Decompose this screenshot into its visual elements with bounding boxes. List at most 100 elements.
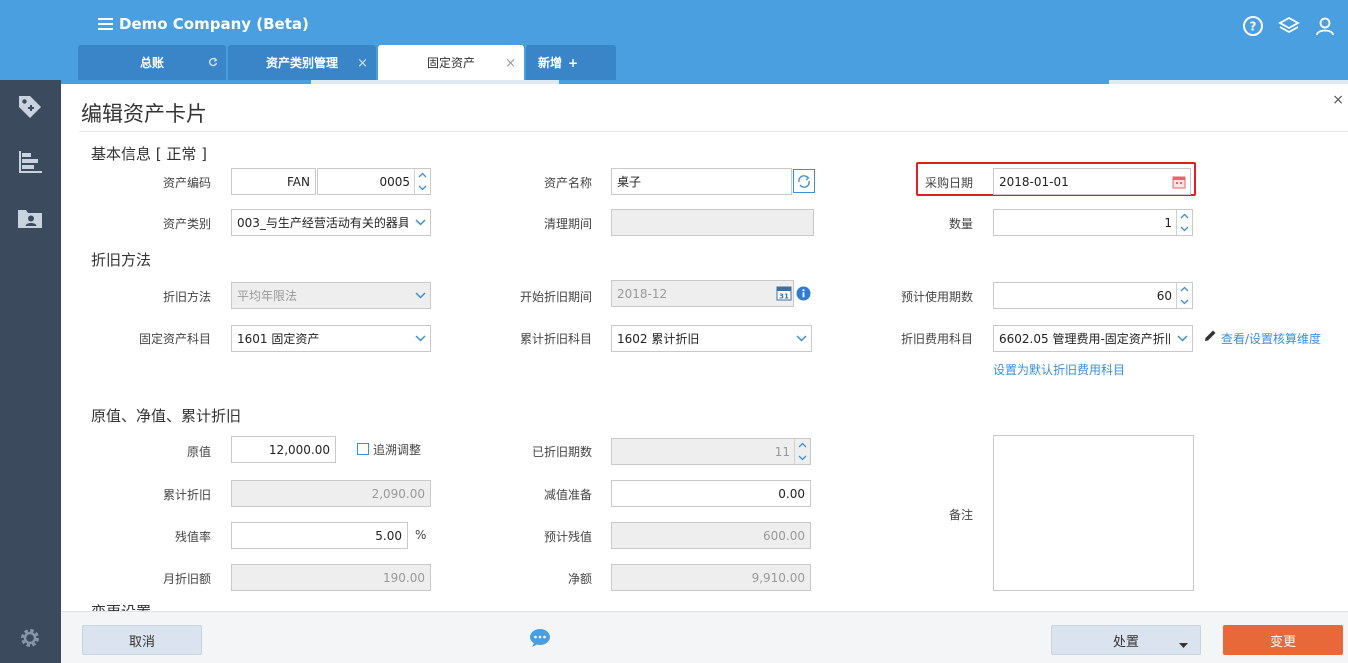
dispose-button[interactable]: 处置 <box>1051 625 1201 655</box>
tab-fixed-assets[interactable]: 固定资产 × <box>378 45 524 80</box>
monthly-dep-input: 190.00 <box>231 564 431 591</box>
periods-stepper[interactable] <box>1176 283 1192 308</box>
depreciated-periods-input: 11 <box>611 438 811 465</box>
depreciation-method-label: 折旧方法 <box>162 290 211 304</box>
footer-bar: 取消 处置 变更 <box>61 611 1348 663</box>
chevron-up-icon[interactable] <box>1177 283 1192 296</box>
chevron-down-icon[interactable] <box>410 210 430 235</box>
number-stepper[interactable] <box>414 169 430 194</box>
asset-code-number-input[interactable]: 0005 <box>317 168 431 195</box>
residual-rate-input[interactable]: 5.00 <box>231 522 408 549</box>
quantity-stepper[interactable] <box>1176 210 1192 235</box>
asset-category-select[interactable]: 003_与生产经营活动有关的器具、 <box>231 209 431 236</box>
original-value-label: 原值 <box>186 445 211 459</box>
asset-name-label: 资产名称 <box>543 176 592 190</box>
expense-account-label: 折旧费用科目 <box>900 332 973 346</box>
section-values: 原值、净值、累计折旧 <box>91 407 242 425</box>
chat-icon[interactable] <box>529 628 551 648</box>
view-dimension-link[interactable]: 查看/设置核算维度 <box>1221 330 1321 347</box>
retro-adjust-checkbox[interactable] <box>357 443 369 455</box>
chevron-down-icon <box>795 452 810 465</box>
depreciated-periods-label: 已折旧期数 <box>531 445 592 459</box>
close-icon[interactable]: × <box>505 56 516 71</box>
section-depreciation: 折旧方法 <box>91 251 152 269</box>
remark-textarea[interactable] <box>993 435 1194 591</box>
chevron-down-icon[interactable] <box>1177 296 1192 309</box>
section-partial: 变更设置 <box>91 603 151 611</box>
start-period-input: 2018-12 <box>611 280 794 307</box>
accum-account-select[interactable]: 1602 累计折旧 <box>611 325 812 352</box>
tab-label: 新增 <box>538 56 563 70</box>
chevron-down-icon[interactable] <box>791 326 811 351</box>
purchase-date-label: 采购日期 <box>924 176 973 190</box>
expected-residual-label: 预计残值 <box>543 530 592 544</box>
close-icon[interactable]: × <box>1332 92 1344 108</box>
start-period-label: 开始折旧期间 <box>519 290 592 304</box>
translate-icon[interactable] <box>793 169 815 193</box>
asset-account-select[interactable]: 1601 固定资产 <box>231 325 431 352</box>
help-icon[interactable]: ? <box>1242 15 1264 37</box>
top-bar: Demo Company (Beta) ? 总账 资产类别管理 × 固定资产 ×… <box>0 0 1348 80</box>
retro-adjust-label[interactable]: 追溯调整 <box>373 441 421 458</box>
expected-residual-input: 600.00 <box>611 522 811 549</box>
set-default-account-link[interactable]: 设置为默认折旧费用科目 <box>993 361 1125 378</box>
impairment-input[interactable]: 0.00 <box>611 480 811 507</box>
purchase-date-input[interactable]: 2018-01-01 <box>993 168 1191 195</box>
quantity-input[interactable]: 1 <box>993 209 1193 236</box>
chevron-down-icon[interactable] <box>410 326 430 351</box>
caret-down-icon[interactable] <box>1179 638 1188 653</box>
clear-period-input <box>611 209 814 236</box>
cancel-button[interactable]: 取消 <box>82 625 202 655</box>
tab-new[interactable]: 新增 + <box>526 45 616 80</box>
close-icon[interactable]: × <box>357 56 368 71</box>
expected-periods-input[interactable]: 60 <box>993 282 1193 309</box>
accum-dep-input: 2,090.00 <box>231 480 431 507</box>
change-button[interactable]: 变更 <box>1223 625 1343 655</box>
calendar-icon[interactable] <box>1172 175 1186 192</box>
expected-periods-label: 预计使用期数 <box>900 290 973 304</box>
pencil-icon[interactable] <box>1203 329 1217 346</box>
left-sidebar <box>0 80 61 663</box>
calendar-icon[interactable]: 31 <box>776 285 792 304</box>
monthly-dep-label: 月折旧额 <box>162 572 211 586</box>
chevron-up-icon[interactable] <box>415 169 430 182</box>
tag-icon[interactable] <box>14 92 46 120</box>
net-value-input: 9,910.00 <box>611 564 811 591</box>
svg-text:31: 31 <box>779 293 789 301</box>
menu-icon[interactable] <box>98 18 113 30</box>
svg-text:?: ? <box>1250 20 1257 34</box>
asset-code-prefix-input[interactable]: FAN <box>231 168 316 195</box>
plus-icon: + <box>568 55 579 70</box>
user-icon[interactable] <box>1314 15 1336 37</box>
chevron-up-icon <box>795 439 810 452</box>
chevron-down-icon[interactable] <box>1172 326 1192 351</box>
chevron-down-icon[interactable] <box>1177 223 1192 236</box>
title-divider <box>79 131 1348 132</box>
tab-label: 总账 <box>139 56 164 70</box>
tab-general-ledger[interactable]: 总账 <box>78 45 226 80</box>
depreciated-stepper <box>794 439 810 464</box>
remark-label: 备注 <box>948 508 973 522</box>
refresh-icon[interactable] <box>208 56 218 71</box>
asset-name-input[interactable]: 桌子 <box>611 168 792 195</box>
chevron-up-icon[interactable] <box>1177 210 1192 223</box>
tab-bar: 总账 资产类别管理 × 固定资产 × 新增 + <box>78 45 618 80</box>
gear-icon[interactable] <box>14 624 46 652</box>
folder-user-icon[interactable] <box>14 204 46 232</box>
net-value-label: 净额 <box>567 572 592 586</box>
accum-account-label: 累计折旧科目 <box>519 332 592 346</box>
chevron-down-icon[interactable] <box>415 182 430 195</box>
app-title[interactable]: Demo Company (Beta) <box>119 15 309 33</box>
original-value-input[interactable]: 12,000.00 <box>231 436 336 463</box>
tab-asset-category[interactable]: 资产类别管理 × <box>228 45 376 80</box>
chevron-down-icon <box>410 283 430 308</box>
info-icon[interactable] <box>796 286 811 304</box>
tab-label: 资产类别管理 <box>265 56 338 70</box>
expense-account-select[interactable]: 6602.05 管理费用-固定资产折旧 <box>993 325 1193 352</box>
layers-icon[interactable] <box>1278 15 1300 37</box>
app-brand[interactable]: Demo Company (Beta) <box>98 15 309 33</box>
tab-label: 固定资产 <box>426 56 475 70</box>
main-panel: 编辑资产卡片 × 基本信息 [ 正常 ] 资产编码 FAN 0005 资产名称 … <box>61 84 1348 611</box>
bar-chart-icon[interactable] <box>14 148 46 176</box>
residual-rate-label: 残值率 <box>174 530 211 544</box>
